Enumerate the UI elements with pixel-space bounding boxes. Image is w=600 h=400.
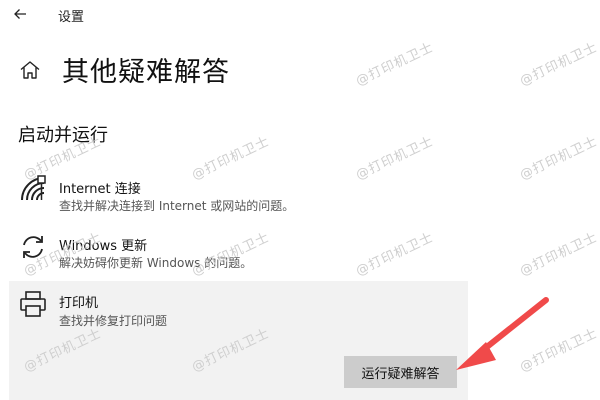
page-title: 其他疑难解答 xyxy=(62,57,230,88)
item-name: Windows 更新 xyxy=(59,239,148,254)
item-description: 解决妨碍你更新 Windows 的问题。 xyxy=(59,256,253,270)
refresh-icon xyxy=(23,236,43,258)
watermark: @打印机卫士 xyxy=(517,40,600,90)
troubleshooter-windows-update[interactable]: Windows 更新 解决妨碍你更新 Windows 的问题。 xyxy=(0,226,468,278)
back-button[interactable] xyxy=(10,4,30,24)
troubleshooter-internet[interactable]: Internet 连接 查找并解决连接到 Internet 或网站的问题。 xyxy=(0,168,468,220)
item-name: Internet 连接 xyxy=(59,182,141,197)
item-description: 查找并修复打印问题 xyxy=(59,314,168,328)
watermark: @打印机卫士 xyxy=(517,326,600,376)
section-title: 启动并运行 xyxy=(18,125,108,146)
run-troubleshooter-button[interactable]: 运行疑难解答 xyxy=(344,356,457,388)
window-title: 设置 xyxy=(58,10,85,25)
watermark: @打印机卫士 xyxy=(517,230,600,280)
wifi-icon xyxy=(21,175,46,201)
home-icon[interactable] xyxy=(18,58,42,82)
printer-icon xyxy=(20,291,46,317)
item-name: 打印机 xyxy=(59,296,99,311)
watermark: @打印机卫士 xyxy=(353,40,437,90)
item-description: 查找并解决连接到 Internet 或网站的问题。 xyxy=(59,199,295,213)
back-arrow-icon xyxy=(14,9,26,19)
watermark: @打印机卫士 xyxy=(517,134,600,184)
